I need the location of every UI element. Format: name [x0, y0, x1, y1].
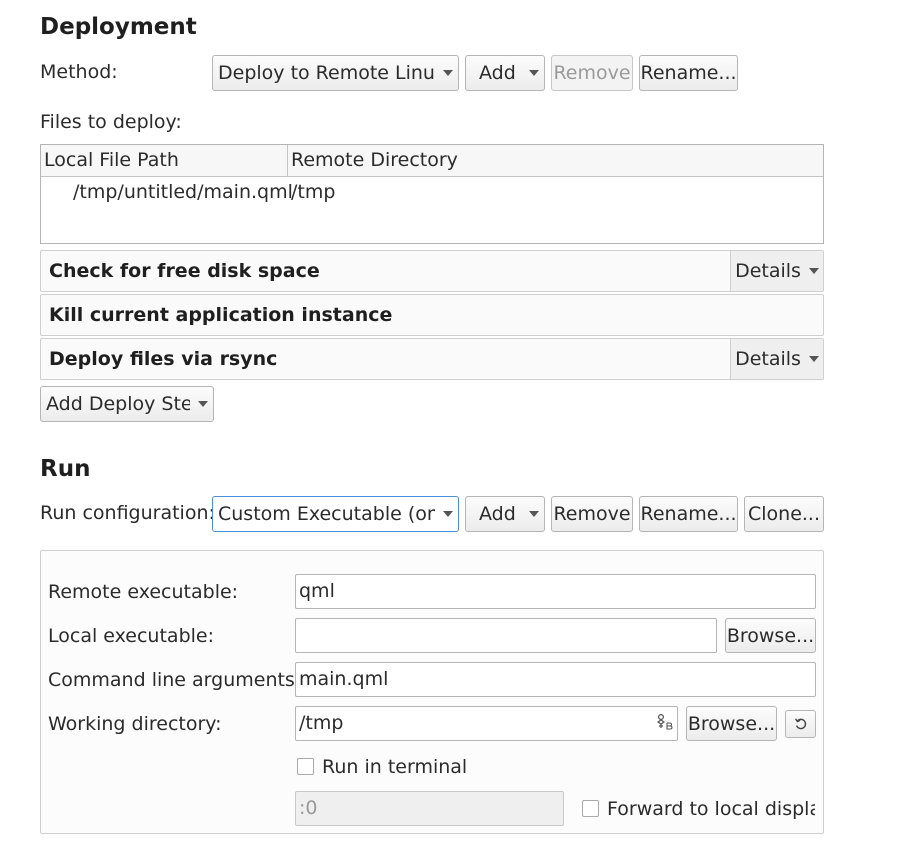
run-config-label: Run configuration: — [40, 502, 215, 524]
method-combobox-value: Deploy to Remote Linux — [218, 62, 435, 84]
deploy-step-name: Kill current application instance — [49, 304, 393, 326]
files-table-header: Local File Path Remote Directory — [41, 145, 823, 177]
column-header-local-path[interactable]: Local File Path — [41, 145, 287, 176]
details-button[interactable]: Details — [730, 339, 823, 379]
local-executable-browse-button[interactable]: Browse... — [725, 618, 816, 653]
details-button[interactable]: Details — [730, 251, 823, 291]
forward-display-label[interactable]: Forward to local display — [607, 798, 815, 820]
run-title: Run — [40, 456, 91, 482]
chevron-down-icon — [443, 70, 453, 76]
chevron-down-icon — [529, 511, 539, 517]
deploy-remove-button[interactable]: Remove — [551, 55, 633, 91]
chevron-down-icon — [808, 356, 819, 362]
table-cell-local-path: /tmp/untitled/main.qml — [73, 181, 293, 203]
run-settings-panel: Remote executable: qml Local executable:… — [40, 550, 824, 834]
deploy-step-rsync: Deploy files via rsync Details — [40, 338, 824, 380]
deploy-step-kill-app: Kill current application instance — [40, 294, 824, 336]
command-line-arguments-label: Command line arguments: — [48, 669, 302, 691]
local-executable-label: Local executable: — [48, 625, 214, 647]
working-directory-value: /tmp — [299, 712, 344, 734]
remote-executable-label: Remote executable: — [48, 581, 239, 603]
run-add-button[interactable]: Add — [465, 496, 545, 532]
local-executable-input[interactable] — [295, 618, 717, 653]
deploy-rename-button[interactable]: Rename... — [639, 55, 738, 91]
column-header-remote-directory[interactable]: Remote Directory — [287, 145, 811, 176]
run-rename-button[interactable]: Rename... — [639, 496, 738, 532]
command-line-arguments-input[interactable]: main.qml — [295, 662, 816, 697]
chevron-down-icon — [443, 511, 453, 517]
files-to-deploy-label: Files to deploy: — [40, 111, 182, 133]
working-directory-browse-button[interactable]: Browse... — [686, 706, 777, 741]
chevron-down-icon — [808, 268, 819, 274]
table-cell-remote-directory: /tmp — [291, 181, 336, 203]
chevron-down-icon — [529, 70, 539, 76]
remote-executable-input[interactable]: qml — [295, 574, 816, 609]
working-directory-input[interactable]: /tmp — [295, 706, 678, 741]
variable-chooser-icon[interactable] — [655, 712, 673, 732]
display-input[interactable]: :0 — [295, 791, 564, 826]
run-config-combobox[interactable]: Custom Executable (on Generic Linux Devi… — [212, 496, 459, 532]
deploy-step-name: Deploy files via rsync — [49, 348, 278, 370]
run-in-terminal-checkbox[interactable] — [297, 758, 314, 775]
deploy-step-disk-space: Check for free disk space Details — [40, 250, 824, 292]
forward-display-checkbox[interactable] — [582, 800, 599, 817]
chevron-down-icon — [198, 401, 208, 407]
add-deploy-step-button[interactable]: Add Deploy Step — [40, 386, 214, 422]
reset-button[interactable] — [785, 710, 816, 738]
run-in-terminal-label[interactable]: Run in terminal — [322, 756, 467, 778]
run-clone-button[interactable]: Clone... — [744, 496, 824, 532]
reset-icon — [794, 718, 806, 730]
files-table: Local File Path Remote Directory /tmp/un… — [40, 144, 824, 244]
deployment-title: Deployment — [40, 14, 197, 40]
deploy-step-name: Check for free disk space — [49, 260, 320, 282]
method-label: Method: — [40, 61, 118, 83]
working-directory-label: Working directory: — [48, 713, 222, 735]
method-combobox[interactable]: Deploy to Remote Linux — [212, 55, 459, 91]
run-config-combobox-value: Custom Executable (on Generic Linux Devi… — [218, 503, 435, 525]
deploy-add-button[interactable]: Add — [465, 55, 545, 91]
run-remove-button[interactable]: Remove — [551, 496, 633, 532]
